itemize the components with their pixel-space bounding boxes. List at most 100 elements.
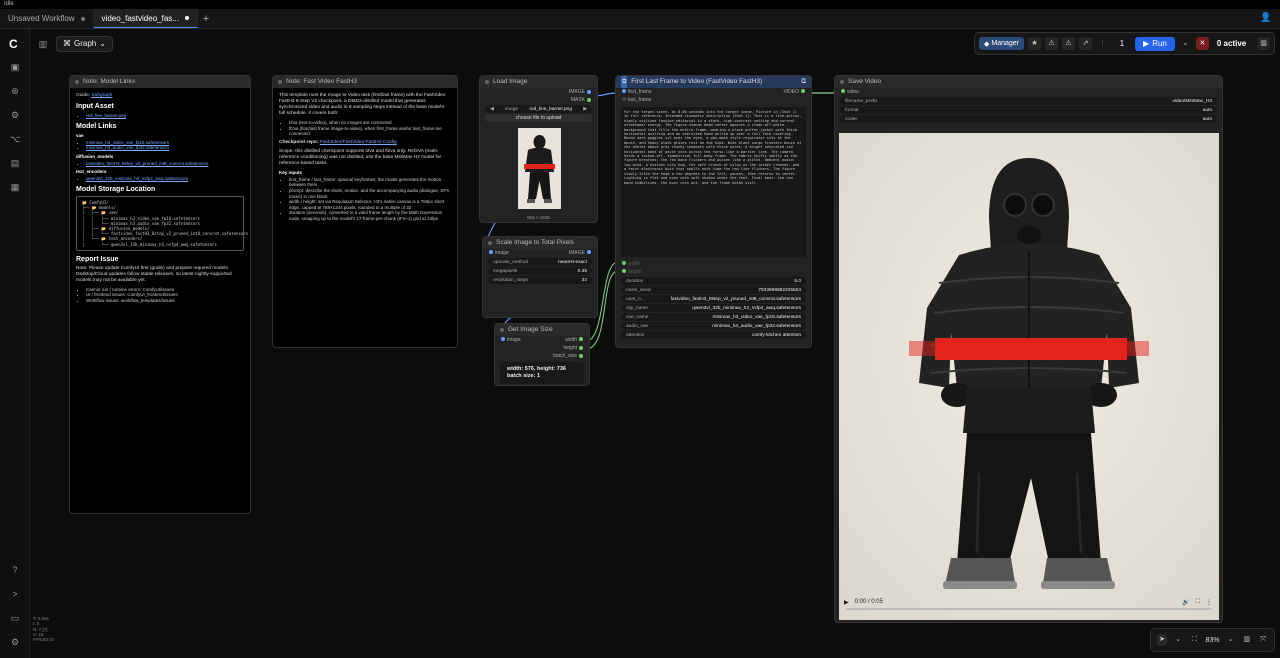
collapse-dot-icon[interactable] [500, 328, 504, 332]
terminal-icon[interactable]: > [9, 588, 21, 600]
input-asset-link[interactable]: red_line_barrier.png [86, 113, 126, 118]
unet-name-widget[interactable]: unet_n... fastvideo_fastH3_8step_v2_prune… [621, 295, 806, 303]
star-icon[interactable]: ★ [1028, 37, 1042, 50]
input-image-slot[interactable]: image IMAGE [483, 249, 597, 257]
chevron-left-icon[interactable]: ◀ [490, 107, 494, 112]
tab-unsaved-workflow[interactable]: Unsaved Workflow [0, 9, 94, 28]
text-encoder-link[interactable]: qwen3vl_32b_minimax_h3_nvfp4_awq.safeten… [86, 176, 188, 181]
active-queue-label[interactable]: 0 active [1217, 39, 1246, 48]
save-video-node[interactable]: Save Video video filename_prefix video/Mi… [834, 75, 1223, 623]
help-icon[interactable]: ? [9, 564, 21, 576]
clear-cache-icon[interactable]: ⚠ [1062, 37, 1076, 50]
queue-icon[interactable]: ▦ [9, 181, 21, 193]
note-fast-video-node[interactable]: Note: Fast Video FastH3 This template ru… [272, 75, 458, 348]
input-dot-icon[interactable] [489, 250, 493, 254]
output-dot-icon[interactable] [579, 354, 583, 358]
tab-video-fastvideo[interactable]: video_fastvideo_fas... [93, 9, 198, 28]
collapse-dot-icon[interactable] [840, 80, 844, 84]
output-batch-slot[interactable]: batch_size [495, 352, 589, 360]
prompt-textarea[interactable]: For the target scene, at 0.00 seconds in… [621, 107, 806, 257]
scale-image-node[interactable]: Scale Image to Total Pixels image IMAGE u… [482, 236, 598, 318]
vae-link[interactable]: minimax_h3_video_vae_fp16.safetensors [86, 140, 169, 145]
select-mode-icon[interactable]: ➤ [1157, 634, 1168, 646]
first-last-frame-node[interactable]: ⧉ First Last Frame to Video (FastVideo Fa… [615, 75, 812, 348]
input-dot-icon[interactable] [501, 337, 505, 341]
upload-button[interactable]: choose file to upload [485, 114, 592, 122]
filename-prefix-widget[interactable]: filename_prefix video/MiniMax_H3 [840, 97, 1217, 105]
collapse-dot-icon[interactable] [278, 80, 282, 84]
nodes-library-icon[interactable]: ⊛ [9, 85, 21, 97]
models-icon[interactable]: ⚙ [9, 109, 21, 121]
run-button[interactable]: ▶ Run [1135, 36, 1175, 51]
comfy-logo-icon[interactable]: C [9, 37, 23, 51]
codec-widget[interactable]: codec auto [840, 115, 1217, 123]
workflows-icon[interactable]: ⌥ [9, 133, 21, 145]
chevron-down-icon[interactable]: ⌄ [1173, 634, 1183, 646]
assets-icon[interactable]: ▣ [9, 61, 21, 73]
output-height-slot[interactable]: height [495, 344, 589, 352]
image-select-widget[interactable]: ◀ image red_line_barrier.png ▶ [485, 105, 592, 113]
duration-widget[interactable]: duration 5.0 [621, 277, 806, 285]
height-input-slot[interactable]: height [616, 268, 811, 276]
note-model-links-node[interactable]: Note: Model Links Guide: Subgraph Input … [69, 75, 251, 514]
input-dot-icon[interactable] [622, 89, 626, 93]
collapse-dot-icon[interactable] [488, 241, 492, 245]
fullscreen-icon[interactable]: ⛶ [1196, 599, 1200, 606]
output-dot-icon[interactable] [801, 89, 805, 93]
output-dot-icon[interactable] [587, 90, 591, 94]
megapixels-widget[interactable]: megapixels 0.45 [488, 267, 592, 275]
templates-icon[interactable]: ▤ [9, 157, 21, 169]
input-image-slot[interactable]: image width [495, 336, 589, 344]
input-dot-icon[interactable] [622, 269, 626, 273]
format-widget[interactable]: format auto [840, 106, 1217, 114]
report-item[interactable]: Workflow issues: workflow_templates/issu… [86, 298, 244, 304]
close-tab-icon[interactable] [184, 16, 189, 20]
chevron-right-icon[interactable]: ▶ [583, 107, 587, 112]
more-options-icon[interactable]: ⋮ [1206, 599, 1212, 606]
panel-toggle-icon[interactable]: ▥ [36, 37, 50, 51]
chevron-down-icon[interactable]: ⌄ [1225, 634, 1235, 646]
checkpoint-link[interactable]: FastVideo/FastVideo-FastH3-Config [320, 140, 397, 145]
settings-gear-icon[interactable]: ⚙ [9, 636, 21, 648]
load-image-node[interactable]: Load Image IMAGE MASK ◀ image red_line_bar… [479, 75, 598, 223]
noise-seed-widget[interactable]: noise_seed 7933669882225504 [621, 286, 806, 294]
collapse-dot-icon[interactable] [75, 80, 79, 84]
first-frame-slot[interactable]: first_frame VIDEO [616, 88, 811, 96]
width-input-slot[interactable]: width [616, 260, 811, 268]
share-icon[interactable]: ↗ [1079, 37, 1093, 50]
attention-widget[interactable]: attention comfy kitchen attention [621, 331, 806, 339]
resolution-steps-widget[interactable]: resolution_steps 32 [488, 276, 592, 284]
vae-name-widget[interactable]: vae_name minimax_h3_video_vae_fp16.safete… [621, 313, 806, 321]
output-mask-slot[interactable]: MASK [480, 96, 597, 104]
audio-vae-widget[interactable]: audio_vae minimax_h3_audio_vae_fp32.safet… [621, 322, 806, 330]
video-input-slot[interactable]: video [835, 88, 1222, 96]
run-options-chevron-icon[interactable]: ⌄ [1179, 37, 1192, 50]
graph-mode-button[interactable]: ⌘ Graph ⌄ [56, 35, 113, 52]
minimap-icon[interactable]: ▥ [1242, 634, 1252, 646]
output-dot-icon[interactable] [579, 346, 583, 350]
bottom-panel-icon[interactable]: ▭ [9, 612, 21, 624]
upscale-method-widget[interactable]: upscale_method nearest-exact [488, 258, 592, 266]
drag-handle-icon[interactable]: ⋮ [1096, 37, 1109, 50]
output-dot-icon[interactable] [579, 337, 583, 341]
video-progress-bar[interactable] [846, 608, 1212, 610]
video-player[interactable] [839, 133, 1219, 620]
input-dot-icon[interactable] [622, 97, 626, 101]
open-subgraph-icon[interactable]: ⧉ [801, 76, 806, 88]
get-image-size-node[interactable]: Get Image Size image width height batch_s… [494, 323, 590, 386]
manager-button[interactable]: ◆ Manager [979, 37, 1025, 50]
add-tab-button[interactable]: + [198, 9, 214, 28]
input-dot-icon[interactable] [622, 261, 626, 265]
link-visibility-icon[interactable]: ⤧ [1258, 634, 1268, 646]
queue-panel-icon[interactable]: ▥ [1257, 37, 1270, 50]
guide-link[interactable]: Subgraph [91, 93, 112, 98]
clip-name-widget[interactable]: clip_name qwen3vl_32b_minimax_h3_nvfp4_aw… [621, 304, 806, 312]
last-frame-slot[interactable]: last_frame [616, 96, 811, 104]
user-icon[interactable]: 👤 [1260, 12, 1272, 24]
output-dot-icon[interactable] [587, 98, 591, 102]
batch-count-input[interactable]: 1 [1113, 39, 1131, 48]
diffusion-link[interactable]: fastvideo_fastH3_8step_v2_pruned_int8_co… [86, 161, 208, 166]
broom-icon[interactable]: ⚠ [1045, 37, 1059, 50]
play-icon[interactable]: ▶ [844, 599, 849, 606]
fit-view-icon[interactable]: ⛶ [1189, 634, 1199, 646]
